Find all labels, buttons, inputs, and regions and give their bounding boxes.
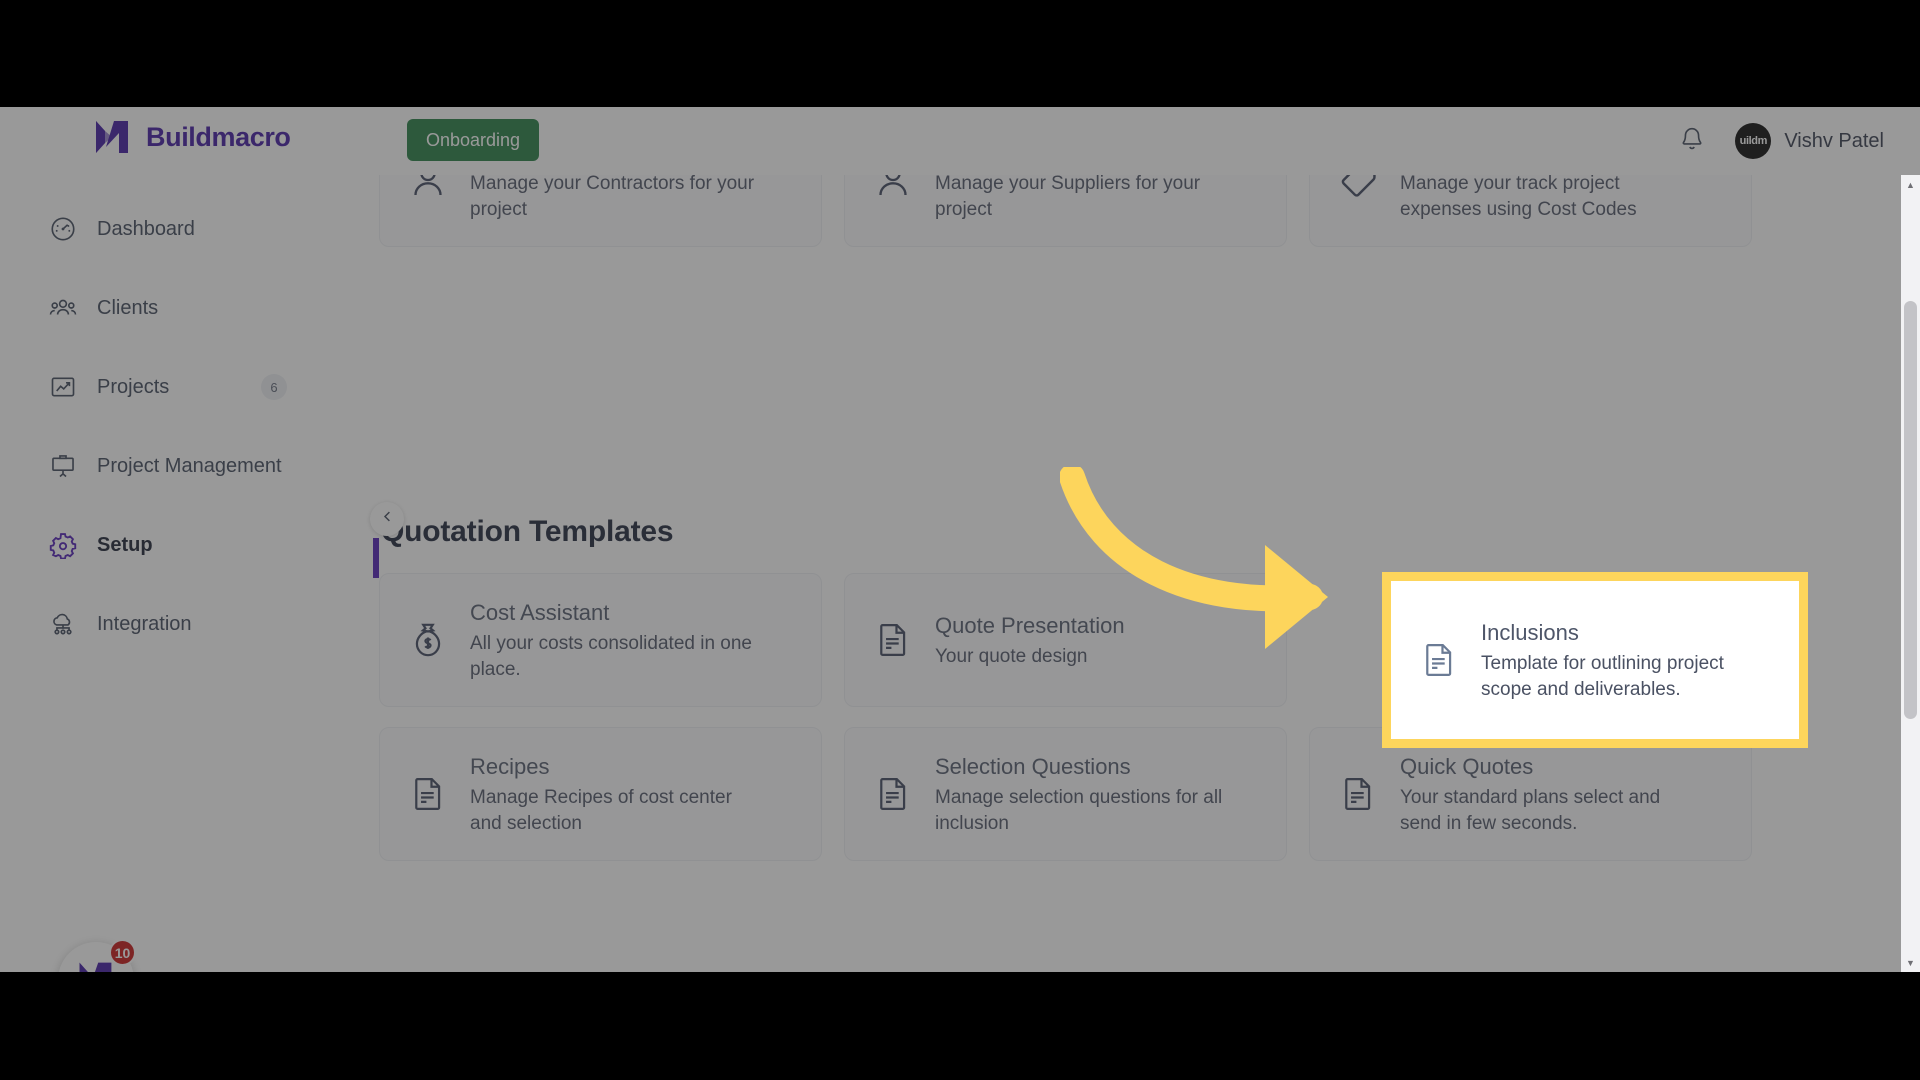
card-text: Contractors Manage your Contractors for …	[470, 175, 760, 222]
card-text: Suppliers Manage your Suppliers for your…	[935, 175, 1225, 222]
card-text: Quote Presentation Your quote design	[935, 611, 1125, 669]
sidebar-item-integration[interactable]: Integration	[0, 602, 379, 646]
card-selection-questions[interactable]: Selection Questions Manage selection que…	[844, 727, 1287, 861]
top-header: Onboarding uildm Vishv Patel	[379, 107, 1920, 175]
brand-logo[interactable]: Buildmacro	[92, 117, 291, 157]
notifications-bell-button[interactable]	[1675, 124, 1709, 158]
card-recipes[interactable]: Recipes Manage Recipes of cost center an…	[379, 727, 822, 861]
card-text: Quick Quotes Your standard plans select …	[1400, 752, 1690, 835]
sidebar-item-label: Project Management	[97, 454, 282, 477]
browser-viewport: Contractors Manage your Contractors for …	[0, 107, 1920, 972]
card-cost-assistant[interactable]: Cost Assistant All your costs consolidat…	[379, 573, 822, 707]
scrollbar-thumb[interactable]	[1904, 301, 1917, 719]
card-description: Your quote design	[935, 645, 1088, 667]
sidebar-item-dashboard[interactable]: Dashboard	[0, 207, 379, 251]
bell-icon	[1678, 125, 1706, 158]
user-name: Vishv Patel	[1784, 129, 1884, 152]
section-heading-quotation-templates: Quotation Templates	[381, 515, 674, 548]
card-cost-codes[interactable]: Cost Codes Manage your track project exp…	[1309, 175, 1752, 247]
document-lines-icon	[406, 772, 450, 816]
header-right-group: uildm Vishv Patel	[1675, 107, 1884, 175]
chevron-left-icon	[380, 509, 395, 529]
user-person-icon	[871, 175, 915, 202]
sidebar-item-setup[interactable]: Setup	[0, 523, 379, 567]
card-description: Manage your Suppliers for your project	[935, 175, 1201, 220]
card-text: Cost Assistant All your costs consolidat…	[470, 598, 760, 681]
triangle-down-icon: ▼	[1906, 957, 1915, 968]
card-quote-presentation[interactable]: Quote Presentation Your quote design	[844, 573, 1287, 707]
card-title: Quote Presentation	[935, 612, 1125, 638]
highlight-frame-inclusions: Inclusions Template for outlining projec…	[1382, 572, 1808, 748]
scrollbar-up-arrow[interactable]: ▲	[1901, 175, 1920, 194]
sidebar-badge-projects: 6	[261, 374, 287, 400]
speedometer-icon	[47, 213, 79, 245]
document-lines-icon	[1417, 638, 1461, 682]
sidebar: Buildmacro Dashboard Clients Projects 6 …	[0, 107, 379, 972]
sidebar-item-label: Integration	[97, 612, 192, 635]
setup-cards-grid-top: Contractors Manage your Contractors for …	[379, 175, 1752, 247]
money-bag-icon	[406, 618, 450, 662]
card-title: Quick Quotes	[1400, 754, 1534, 780]
vertical-scrollbar[interactable]: ▲ ▼	[1901, 175, 1920, 972]
sidebar-nav: Dashboard Clients Projects 6 Project Man…	[0, 207, 379, 681]
buildmacro-logo-icon	[92, 117, 132, 157]
document-lines-icon	[1336, 772, 1380, 816]
gear-icon	[47, 529, 79, 561]
document-lines-icon	[871, 772, 915, 816]
scrollbar-down-arrow[interactable]: ▼	[1901, 953, 1920, 972]
card-description: Manage your track project expenses using…	[1400, 175, 1637, 220]
sidebar-active-indicator	[373, 538, 379, 578]
sidebar-item-label: Clients	[97, 296, 159, 319]
brand-name: Buildmacro	[146, 121, 291, 152]
chat-support-fab[interactable]: 10	[58, 939, 136, 972]
card-description: Your standard plans select and send in f…	[1400, 787, 1661, 834]
card-text: Cost Codes Manage your track project exp…	[1400, 175, 1690, 222]
card-description: Manage Recipes of cost center and select…	[470, 787, 732, 834]
sidebar-item-project-management[interactable]: Project Management	[0, 444, 379, 488]
screen-letterbox: Contractors Manage your Contractors for …	[0, 0, 1920, 1080]
cloud-network-icon	[47, 608, 79, 640]
card-suppliers[interactable]: Suppliers Manage your Suppliers for your…	[844, 175, 1287, 247]
sidebar-item-label: Setup	[97, 533, 153, 556]
user-person-icon	[406, 175, 450, 202]
document-lines-icon	[871, 618, 915, 662]
triangle-up-icon: ▲	[1906, 179, 1915, 190]
presentation-board-icon	[47, 450, 79, 482]
card-title: Inclusions	[1481, 620, 1579, 646]
card-description: Manage selection questions for all inclu…	[935, 787, 1223, 834]
card-text: Inclusions Template for outlining projec…	[1481, 618, 1771, 701]
card-inclusions[interactable]: Inclusions Template for outlining projec…	[1391, 581, 1799, 739]
sidebar-collapse-toggle[interactable]	[370, 502, 404, 536]
sidebar-item-label: Projects	[97, 375, 170, 398]
card-title: Cost Assistant	[470, 600, 610, 626]
card-description: All your costs consolidated in one place…	[470, 633, 752, 680]
user-menu[interactable]: uildm Vishv Patel	[1735, 123, 1884, 159]
card-description: Template for outlining project scope and…	[1481, 653, 1724, 700]
chart-frame-icon	[47, 371, 79, 403]
chat-unread-badge: 10	[109, 939, 136, 966]
card-text: Recipes Manage Recipes of cost center an…	[470, 752, 760, 835]
avatar: uildm	[1735, 123, 1772, 159]
card-title: Recipes	[470, 754, 550, 780]
card-text: Selection Questions Manage selection que…	[935, 752, 1225, 835]
sidebar-item-clients[interactable]: Clients	[0, 286, 379, 330]
card-contractors[interactable]: Contractors Manage your Contractors for …	[379, 175, 822, 247]
people-group-icon	[47, 292, 79, 324]
card-description: Manage your Contractors for your project	[470, 175, 755, 220]
price-tag-icon	[1336, 175, 1380, 202]
sidebar-item-projects[interactable]: Projects 6	[0, 365, 379, 409]
card-title: Selection Questions	[935, 754, 1131, 780]
onboarding-button[interactable]: Onboarding	[407, 119, 540, 161]
sidebar-item-label: Dashboard	[97, 217, 195, 240]
